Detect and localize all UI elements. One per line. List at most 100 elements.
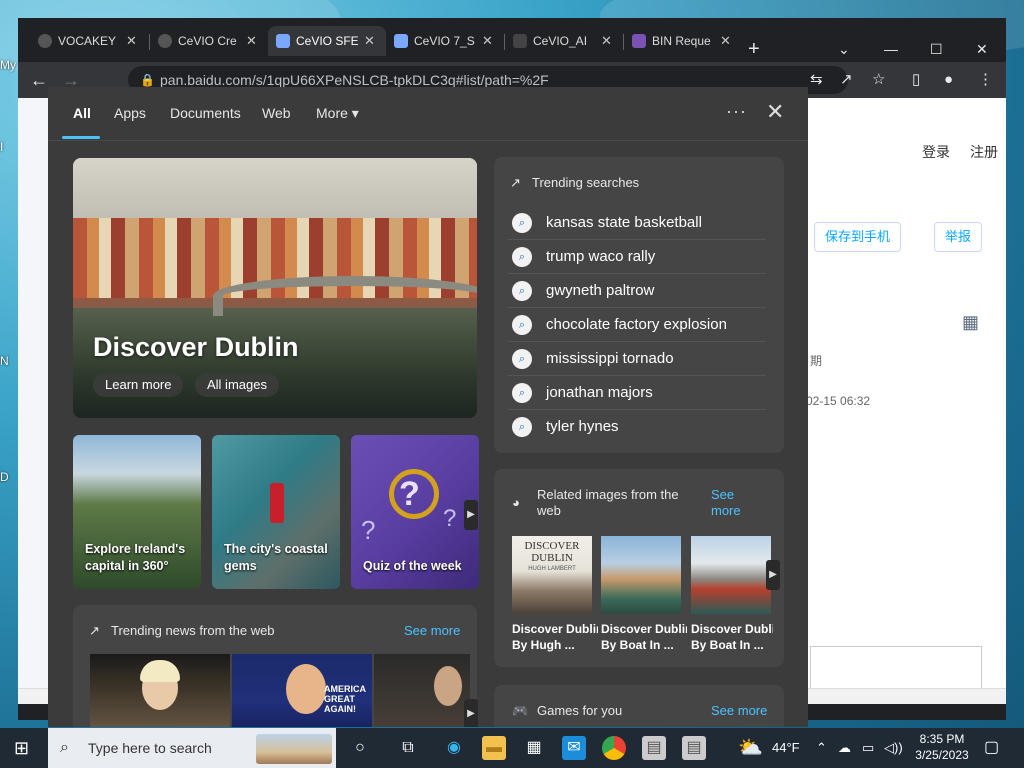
- caption-line: By Boat In ...: [601, 638, 674, 652]
- tab-more[interactable]: More ▾: [316, 105, 359, 122]
- profile-icon[interactable]: ●: [944, 70, 953, 90]
- hero-card[interactable]: Discover Dublin Learn more All images: [73, 158, 477, 418]
- taskbar: ⊞ ⌕ Type here to search ○ ⧉ ◉ ▬ ▦ ✉ ▤ ▤ …: [0, 728, 1024, 768]
- desktop-label[interactable]: N: [0, 354, 9, 368]
- tab-search-icon[interactable]: ⌄: [838, 34, 850, 64]
- volume-icon[interactable]: ◁)): [884, 728, 903, 768]
- minimize-button[interactable]: —: [884, 34, 898, 64]
- notifications-icon[interactable]: ▢: [984, 728, 999, 768]
- trending-label: trump waco rally: [546, 248, 656, 265]
- browser-tab[interactable]: BIN Reque ✕: [624, 26, 742, 56]
- tab-web[interactable]: Web: [262, 105, 291, 121]
- clock[interactable]: 8:35 PM 3/25/2023: [910, 731, 974, 763]
- maximize-button[interactable]: ☐: [930, 34, 943, 64]
- related-see-more-link[interactable]: See more: [711, 487, 741, 519]
- microsoft-store-icon[interactable]: ▦: [522, 736, 546, 760]
- trending-item[interactable]: ⌕ chocolate factory explosion: [508, 308, 766, 342]
- desktop-label[interactable]: D: [0, 470, 9, 484]
- tab-documents[interactable]: Documents: [170, 105, 241, 121]
- windows-start-icon[interactable]: ⊞: [14, 738, 29, 759]
- bookmark-star-icon[interactable]: ☆: [872, 70, 885, 90]
- related-image[interactable]: [601, 536, 681, 614]
- browser-tab[interactable]: CeVIO 7_S ✕: [386, 26, 504, 56]
- chrome-icon[interactable]: [602, 736, 626, 760]
- file-explorer-icon[interactable]: ▬: [482, 736, 506, 760]
- onedrive-icon[interactable]: ☁: [838, 728, 851, 768]
- trending-item[interactable]: ⌕ tyler hynes: [508, 410, 766, 444]
- trending-searches-card: ↗ Trending searches ⌕ kansas state basket…: [494, 157, 784, 453]
- tab-close-icon[interactable]: ✕: [720, 33, 731, 49]
- next-arrow-icon[interactable]: ▶: [464, 500, 478, 530]
- weather-icon[interactable]: ⛅: [738, 728, 763, 768]
- tab-all[interactable]: All: [73, 105, 91, 121]
- weather-temperature[interactable]: 44°F: [772, 728, 800, 768]
- trending-item[interactable]: ⌕ mississippi tornado: [508, 342, 766, 376]
- tab-close-icon[interactable]: ✕: [126, 33, 137, 49]
- news-see-more-link[interactable]: See more: [404, 623, 460, 638]
- thumbnail-card[interactable]: Explore Ireland's capital in 360°: [73, 435, 201, 589]
- next-arrow-icon[interactable]: ▶: [766, 560, 780, 590]
- search-icon: ⌕: [512, 349, 532, 369]
- all-images-button[interactable]: All images: [195, 373, 279, 397]
- caption-line: By Boat In ...: [691, 638, 764, 652]
- cortana-icon[interactable]: ○: [348, 736, 372, 760]
- related-image[interactable]: DISCOVER DUBLIN HUGH LAMBERT: [512, 536, 592, 614]
- news-image[interactable]: [374, 654, 470, 727]
- url-text: pan.baidu.com/s/1qpU66XPeNSLCB-tpkDLC3q#…: [160, 72, 549, 88]
- register-link[interactable]: 注册: [970, 142, 998, 162]
- trending-item[interactable]: ⌕ jonathan majors: [508, 376, 766, 410]
- tab-close-icon[interactable]: ✕: [246, 33, 257, 49]
- news-image[interactable]: [90, 654, 230, 727]
- trending-item[interactable]: ⌕ gwyneth paltrow: [508, 274, 766, 308]
- login-link[interactable]: 登录: [922, 142, 950, 162]
- task-view-icon[interactable]: ⧉: [396, 736, 420, 760]
- side-panel-icon[interactable]: ▯: [912, 70, 920, 90]
- close-window-button[interactable]: ✕: [976, 34, 988, 64]
- show-hidden-icons-icon[interactable]: ⌃: [816, 728, 827, 768]
- hair-shape: [140, 660, 180, 682]
- trending-item[interactable]: ⌕ trump waco rally: [508, 240, 766, 274]
- tab-close-icon[interactable]: ✕: [482, 33, 493, 49]
- trending-label: tyler hynes: [546, 418, 619, 435]
- related-title-line: Related images from the: [537, 487, 679, 502]
- thumbnail-card[interactable]: ? ? ? Quiz of the week: [351, 435, 479, 589]
- search-icon: ⌕: [60, 739, 69, 756]
- search-icon: ⌕: [512, 213, 532, 233]
- new-tab-button[interactable]: +: [748, 34, 760, 64]
- app-icon[interactable]: ▤: [682, 736, 706, 760]
- tab-favicon-icon: [513, 34, 527, 48]
- browser-tab[interactable]: CeVIO Cre ✕: [150, 26, 268, 56]
- more-options-icon[interactable]: ···: [726, 101, 747, 122]
- back-icon[interactable]: ←: [30, 68, 48, 92]
- browser-tab[interactable]: CeVIO_AI ✕: [505, 26, 623, 56]
- trending-item[interactable]: ⌕ kansas state basketball: [508, 206, 766, 240]
- trending-label: kansas state basketball: [546, 214, 702, 231]
- taskbar-search-box[interactable]: ⌕ Type here to search: [48, 728, 336, 768]
- desktop-label[interactable]: My: [0, 58, 16, 72]
- menu-icon[interactable]: ⋮: [978, 70, 993, 90]
- mail-icon[interactable]: ✉: [562, 736, 586, 760]
- caption-line: Discover Dublin: [601, 622, 687, 636]
- edge-icon[interactable]: ◉: [442, 736, 466, 760]
- related-image[interactable]: [691, 536, 771, 614]
- grid-view-icon[interactable]: ▦: [962, 312, 979, 333]
- caption-line: capital in 360°: [85, 559, 169, 573]
- learn-more-button[interactable]: Learn more: [93, 373, 184, 397]
- tab-apps[interactable]: Apps: [114, 105, 146, 121]
- games-see-more-link[interactable]: See more: [711, 703, 767, 718]
- thumbnail-card[interactable]: The city's coastal gems: [212, 435, 340, 589]
- translate-icon[interactable]: ⇆: [810, 70, 823, 90]
- browser-tab-active[interactable]: CeVIO SFE ✕: [268, 26, 386, 56]
- app-icon[interactable]: ▤: [642, 736, 666, 760]
- news-image[interactable]: AMERICA GREAT AGAIN!: [232, 654, 372, 727]
- report-button[interactable]: 举报: [934, 222, 983, 252]
- save-to-phone-button[interactable]: 保存到手机: [814, 222, 902, 252]
- next-arrow-icon[interactable]: ▶: [464, 699, 478, 727]
- tab-close-icon[interactable]: ✕: [601, 33, 612, 49]
- share-icon[interactable]: ↗: [840, 70, 853, 90]
- network-icon[interactable]: ▭: [862, 728, 874, 768]
- tab-close-icon[interactable]: ✕: [364, 33, 375, 49]
- close-icon[interactable]: ✕: [766, 99, 784, 125]
- browser-tab[interactable]: VOCAKEY ✕: [30, 26, 148, 56]
- desktop-label[interactable]: I: [0, 140, 3, 154]
